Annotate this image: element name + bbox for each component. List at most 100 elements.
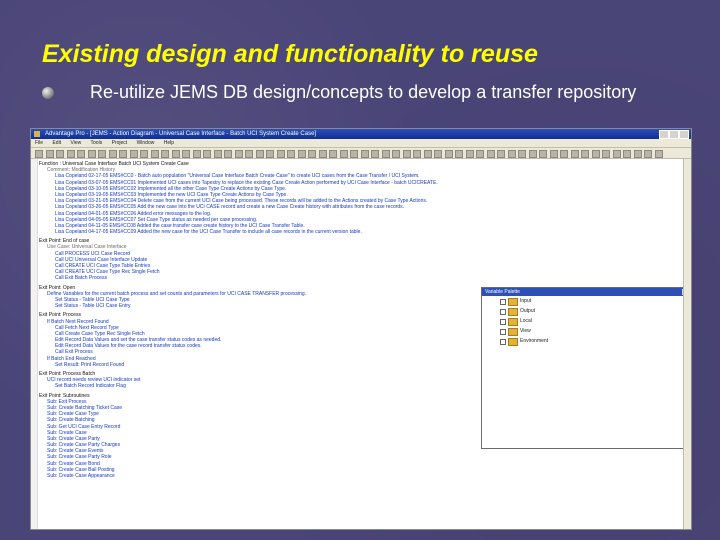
toolbar-button[interactable] [35, 150, 43, 158]
toolbar-button[interactable] [402, 150, 411, 158]
toolbar-button[interactable] [476, 150, 484, 158]
toolbar-button[interactable] [539, 150, 547, 158]
palette-titlebar: Variable Palette [482, 288, 690, 296]
toolbar-button[interactable] [255, 150, 264, 158]
expand-icon[interactable] [500, 319, 506, 325]
toolbar-button[interactable] [56, 150, 64, 158]
toolbar-button[interactable] [612, 150, 621, 158]
toolbar-button[interactable] [77, 150, 85, 158]
toolbar-button[interactable] [245, 150, 253, 158]
toolbar-button[interactable] [654, 150, 663, 158]
expand-icon[interactable] [500, 309, 506, 315]
app-title: Advantage Pro - [JEMS - Action Diagram -… [45, 131, 317, 137]
toolbar-button[interactable] [602, 150, 610, 158]
toolbar-button[interactable] [66, 150, 75, 158]
toolbar-button[interactable] [507, 150, 516, 158]
folder-icon [508, 308, 518, 316]
toolbar-button[interactable] [644, 150, 652, 158]
toolbar-button[interactable] [633, 150, 642, 158]
maximize-icon[interactable] [669, 130, 679, 139]
toolbar-button[interactable] [329, 150, 337, 158]
toolbar-button[interactable] [224, 150, 232, 158]
toolbar-button[interactable] [45, 150, 54, 158]
toolbar-button[interactable] [87, 150, 96, 158]
expand-icon[interactable] [500, 299, 506, 305]
variable-palette[interactable]: Variable Palette Input Output Local View Env… [481, 287, 691, 449]
folder-icon [508, 298, 518, 306]
toolbar-button[interactable] [518, 150, 526, 158]
toolbar-button[interactable] [308, 150, 316, 158]
menu-help[interactable]: Help [164, 140, 174, 146]
vertical-scrollbar[interactable] [683, 159, 691, 529]
toolbar-button[interactable] [444, 150, 453, 158]
toolbar-button[interactable] [371, 150, 379, 158]
toolbar-button[interactable] [465, 150, 474, 158]
toolbar-button[interactable] [360, 150, 369, 158]
menu-file[interactable]: File [35, 140, 43, 146]
toolbar-button[interactable] [161, 150, 169, 158]
slide-title: Existing design and functionality to reu… [42, 40, 538, 68]
toolbar-button[interactable] [381, 150, 390, 158]
app-titlebar: Advantage Pro - [JEMS - Action Diagram -… [31, 129, 691, 139]
toolbar-button[interactable] [455, 150, 463, 158]
toolbar-button[interactable] [213, 150, 222, 158]
toolbar-button[interactable] [591, 150, 600, 158]
palette-item[interactable]: View [482, 326, 690, 336]
palette-item[interactable]: Output [482, 306, 690, 316]
menu-tools[interactable]: Tools [91, 140, 103, 146]
toolbar-button[interactable] [497, 150, 505, 158]
minimize-icon[interactable] [659, 130, 669, 139]
menu-view[interactable]: View [70, 140, 81, 146]
close-icon[interactable] [679, 130, 689, 139]
toolbar-button[interactable] [413, 150, 421, 158]
palette-item-label: Input [520, 298, 532, 304]
toolbar-button[interactable] [318, 150, 327, 158]
palette-item[interactable]: Local [482, 316, 690, 326]
toolbar-button[interactable] [392, 150, 400, 158]
toolbar-button[interactable] [150, 150, 159, 158]
toolbar-button[interactable] [570, 150, 579, 158]
toolbar-button[interactable] [234, 150, 243, 158]
toolbar-button[interactable] [486, 150, 495, 158]
toolbar-button[interactable] [276, 150, 285, 158]
palette-item-label: Environment [520, 338, 549, 344]
menu-window[interactable]: Window [137, 140, 155, 146]
toolbar-button[interactable] [350, 150, 358, 158]
toolbar-button[interactable] [119, 150, 127, 158]
toolbar-button[interactable] [98, 150, 106, 158]
toolbar-button[interactable] [192, 150, 201, 158]
folder-icon [508, 318, 518, 326]
palette-item[interactable]: Input [482, 296, 690, 306]
menu-edit[interactable]: Edit [52, 140, 61, 146]
toolbar-button[interactable] [203, 150, 211, 158]
menubar: File Edit View Tools Project Window Help [31, 139, 691, 148]
app-icon [34, 131, 40, 137]
palette-item-label: Output [520, 308, 536, 314]
toolbar-button[interactable] [266, 150, 274, 158]
palette-item-label: Local [520, 318, 532, 324]
app-window: Advantage Pro - [JEMS - Action Diagram -… [30, 128, 692, 530]
expand-icon[interactable] [500, 339, 506, 345]
toolbar-button[interactable] [528, 150, 537, 158]
toolbar-button[interactable] [108, 150, 117, 158]
toolbar-button[interactable] [434, 150, 442, 158]
toolbar-button[interactable] [339, 150, 348, 158]
script-line[interactable]: Sub: Create Case Appearance [39, 473, 679, 479]
toolbar-button[interactable] [423, 150, 432, 158]
palette-item[interactable]: Environment [482, 336, 690, 346]
menu-project[interactable]: Project [112, 140, 128, 146]
toolbar-button[interactable] [560, 150, 568, 158]
toolbar-button[interactable] [581, 150, 589, 158]
toolbar-button[interactable] [171, 150, 180, 158]
toolbar-button[interactable] [140, 150, 148, 158]
toolbar-button[interactable] [182, 150, 190, 158]
toolbar-button[interactable] [623, 150, 631, 158]
toolbar-button[interactable] [287, 150, 295, 158]
toolbar [31, 148, 691, 159]
toolbar-button[interactable] [549, 150, 558, 158]
expand-icon[interactable] [500, 329, 506, 335]
toolbar-button[interactable] [129, 150, 138, 158]
folder-icon [508, 338, 518, 346]
toolbar-button[interactable] [297, 150, 306, 158]
editor-pane[interactable]: Function : Universal Case Interface Batc… [31, 159, 691, 529]
